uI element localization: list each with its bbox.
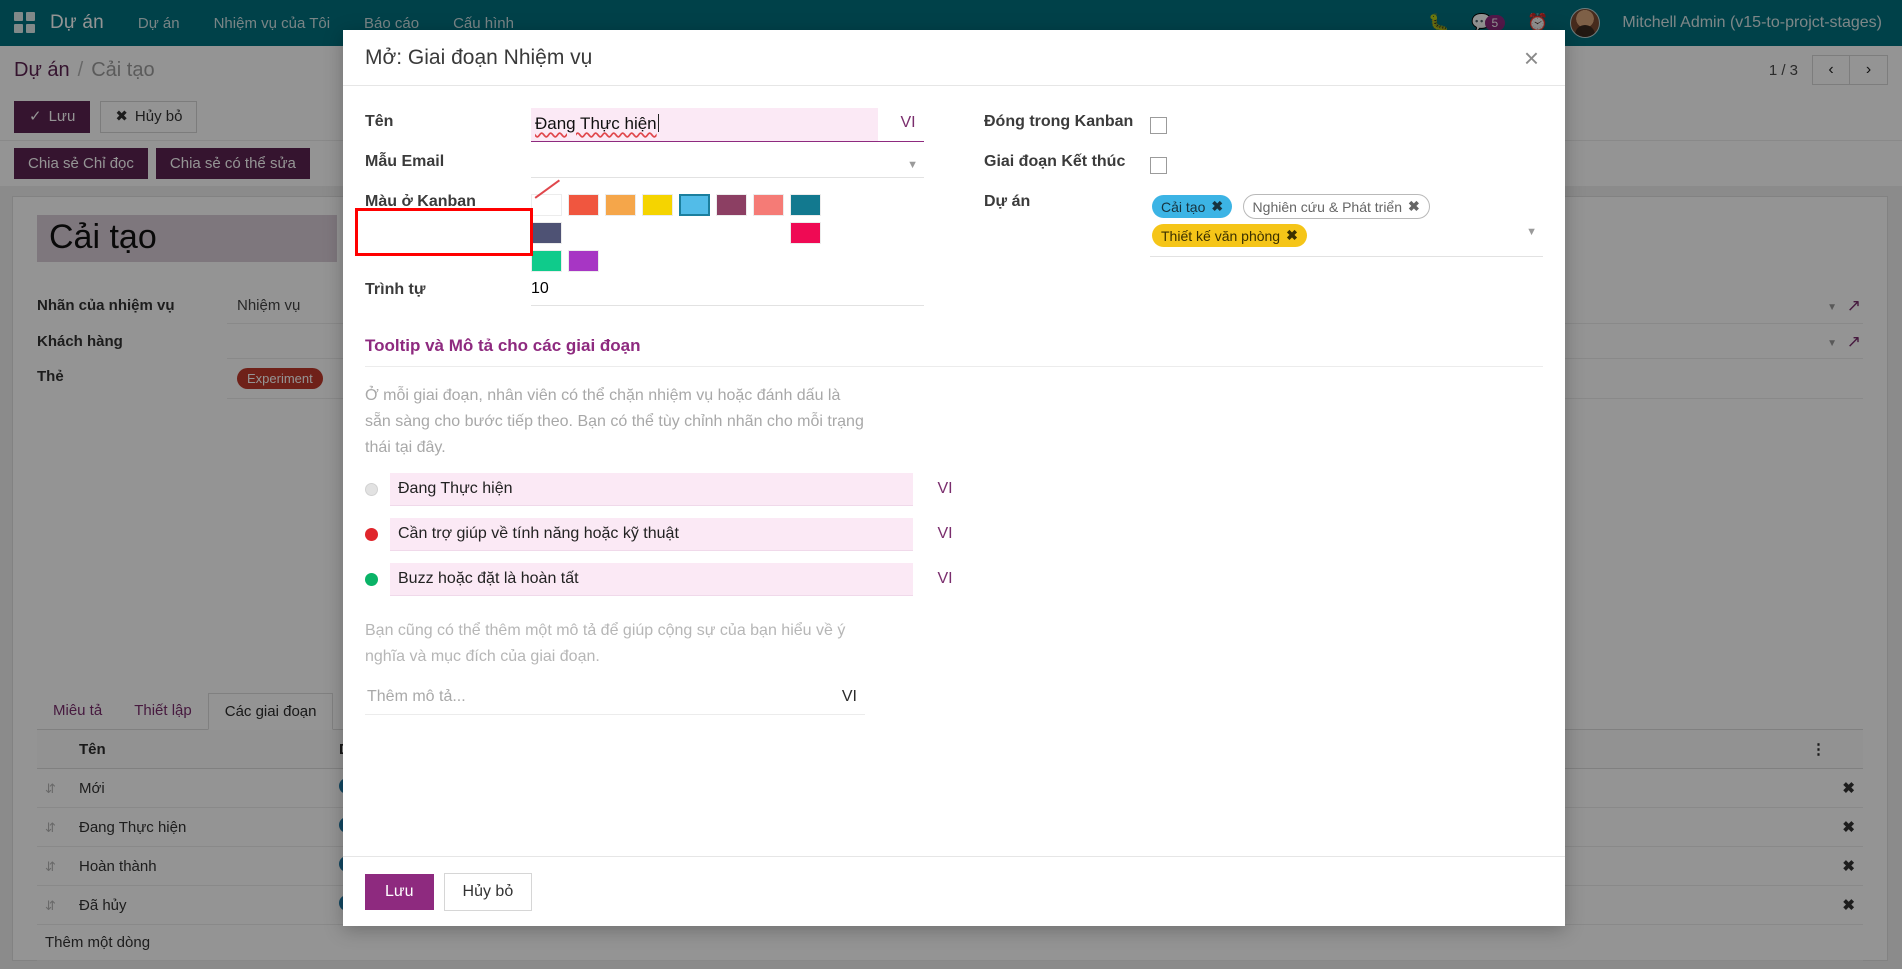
- color-swatch-salmon[interactable]: [753, 194, 784, 216]
- stage-name-input[interactable]: Đang Thực hiện: [531, 108, 878, 141]
- swatch-spacer: [605, 222, 636, 244]
- tag-remove-icon[interactable]: ✖: [1408, 198, 1420, 215]
- color-swatch-teal[interactable]: [790, 194, 821, 216]
- field-label-email-template: Mẫu Email: [365, 144, 531, 171]
- stage-name-input-value: Đang Thực hiện: [535, 114, 657, 133]
- field-label-sequence: Trình tự: [365, 272, 531, 299]
- sequence-input[interactable]: 10: [531, 276, 924, 306]
- dialog-title: Mở: Giai đoạn Nhiệm vụ: [365, 46, 592, 70]
- project-tag-label: Thiết kế văn phòng: [1161, 228, 1280, 244]
- swatch-spacer: [716, 222, 747, 244]
- color-swatch-magenta[interactable]: [790, 222, 821, 244]
- tooltip-section-description: Ở mỗi giai đoạn, nhân viên có thể chặn n…: [365, 383, 865, 461]
- tooltip-row-green: Buzz hoặc đặt là hoàn tất VI: [365, 563, 965, 596]
- tooltip-input-grey[interactable]: Đang Thực hiện: [390, 473, 913, 506]
- color-swatch-green[interactable]: [531, 250, 562, 272]
- projects-many2many-tags[interactable]: Cải tạo ✖ Nghiên cứu & Phát triển ✖ Thiết …: [1150, 188, 1543, 257]
- description-hint: Bạn cũng có thể thêm một mô tả để giúp c…: [365, 618, 875, 670]
- field-name: Tên Đang Thực hiện VI: [365, 104, 924, 144]
- dialog-right-column: Đóng trong Kanban Giai đoạn Kết thúc Dự …: [984, 104, 1543, 312]
- tooltip-input-green[interactable]: Buzz hoặc đặt là hoàn tất: [390, 563, 913, 596]
- screen: Dự án Dự án Nhiệm vụ của Tôi Báo cáo Cấu…: [0, 0, 1902, 969]
- swatch-spacer: [753, 222, 784, 244]
- field-label-closing-stage: Giai đoạn Kết thúc: [984, 144, 1150, 171]
- text-cursor: [658, 114, 659, 132]
- field-closing-stage: Giai đoạn Kết thúc: [984, 144, 1543, 184]
- tooltip-section-heading: Tooltip và Mô tả cho các giai đoạn: [365, 336, 1543, 356]
- swatch-spacer: [642, 222, 673, 244]
- tooltip-section-divider: [365, 366, 1543, 367]
- dialog-left-column: Tên Đang Thực hiện VI Mẫu Email: [365, 104, 924, 312]
- color-swatch-dark-purple[interactable]: [716, 194, 747, 216]
- field-sequence: Trình tự 10: [365, 272, 924, 312]
- field-label-kanban-color: Màu ở Kanban: [365, 184, 531, 211]
- language-badge-name[interactable]: VI: [878, 108, 924, 141]
- chevron-down-icon[interactable]: ▼: [1526, 226, 1537, 238]
- project-tag-label: Cải tạo: [1161, 199, 1205, 215]
- project-tag[interactable]: Thiết kế văn phòng ✖: [1152, 224, 1307, 247]
- close-icon[interactable]: ×: [1520, 45, 1543, 71]
- color-swatch-navy[interactable]: [531, 222, 562, 244]
- project-tag[interactable]: Cải tạo ✖: [1152, 195, 1232, 218]
- fold-checkbox[interactable]: [1150, 117, 1167, 134]
- field-control-closing-stage: [1150, 144, 1543, 179]
- chevron-down-icon[interactable]: ▼: [907, 159, 918, 171]
- swatch-spacer: [568, 222, 599, 244]
- color-swatch-picker: [531, 188, 853, 272]
- field-control-fold: [1150, 104, 1543, 139]
- color-swatch-violet[interactable]: [568, 250, 599, 272]
- field-label-projects: Dự án: [984, 184, 1150, 211]
- language-badge-green[interactable]: VI: [925, 570, 965, 588]
- tag-remove-icon[interactable]: ✖: [1286, 227, 1298, 244]
- open-task-stage-dialog: Mở: Giai đoạn Nhiệm vụ × Tên Đang Thực h…: [343, 30, 1565, 926]
- closing-stage-checkbox[interactable]: [1150, 157, 1167, 174]
- swatch-spacer: [679, 222, 710, 244]
- field-projects: Dự án Cải tạo ✖ Nghiên cứu & Phát triển ✖ …: [984, 184, 1543, 257]
- language-badge-description[interactable]: VI: [842, 688, 865, 706]
- dialog-footer: Lưu Hủy bỏ: [343, 856, 1565, 926]
- language-badge-red[interactable]: VI: [925, 525, 965, 543]
- field-label-fold: Đóng trong Kanban: [984, 104, 1150, 131]
- field-control-projects: Cải tạo ✖ Nghiên cứu & Phát triển ✖ Thiết …: [1150, 184, 1543, 257]
- color-swatch-none[interactable]: [531, 194, 562, 216]
- color-swatch-yellow[interactable]: [642, 194, 673, 216]
- field-control-kanban-color: [531, 184, 924, 272]
- color-swatch-light-blue[interactable]: [679, 194, 710, 216]
- language-badge-grey[interactable]: VI: [925, 480, 965, 498]
- tooltip-row-red: Cần trợ giúp về tính năng hoặc kỹ thuật …: [365, 518, 965, 551]
- tag-remove-icon[interactable]: ✖: [1211, 198, 1223, 215]
- dialog-body: Tên Đang Thực hiện VI Mẫu Email: [343, 86, 1565, 856]
- email-template-select[interactable]: ▼: [531, 148, 924, 178]
- field-fold: Đóng trong Kanban: [984, 104, 1543, 144]
- field-control-sequence: 10: [531, 272, 924, 306]
- field-label-name: Tên: [365, 104, 531, 131]
- dialog-columns: Tên Đang Thực hiện VI Mẫu Email: [365, 104, 1543, 312]
- dialog-cancel-button[interactable]: Hủy bỏ: [444, 873, 533, 911]
- color-swatch-orange[interactable]: [605, 194, 636, 216]
- tooltip-section: Tooltip và Mô tả cho các giai đoạn Ở mỗi…: [365, 336, 1543, 715]
- project-tag-label: Nghiên cứu & Phát triển: [1253, 199, 1402, 215]
- add-description-input[interactable]: Thêm mô tả...: [365, 680, 842, 714]
- field-kanban-color: Màu ở Kanban: [365, 184, 924, 272]
- status-dot-red-icon: [365, 528, 378, 541]
- add-description-row: Thêm mô tả... VI: [365, 680, 865, 715]
- field-email-template: Mẫu Email ▼: [365, 144, 924, 184]
- field-control-email-template: ▼: [531, 144, 924, 178]
- status-dot-green-icon: [365, 573, 378, 586]
- name-input-wrapper: Đang Thực hiện VI: [531, 108, 924, 142]
- tooltip-input-red[interactable]: Cần trợ giúp về tính năng hoặc kỹ thuật: [390, 518, 913, 551]
- status-dot-grey-icon: [365, 483, 378, 496]
- field-control-name: Đang Thực hiện VI: [531, 104, 924, 142]
- project-tag[interactable]: Nghiên cứu & Phát triển ✖: [1243, 194, 1430, 219]
- sequence-value: 10: [531, 280, 549, 297]
- color-swatch-red[interactable]: [568, 194, 599, 216]
- dialog-save-button[interactable]: Lưu: [365, 874, 434, 910]
- tooltip-row-grey: Đang Thực hiện VI: [365, 473, 965, 506]
- dialog-header: Mở: Giai đoạn Nhiệm vụ ×: [343, 30, 1565, 86]
